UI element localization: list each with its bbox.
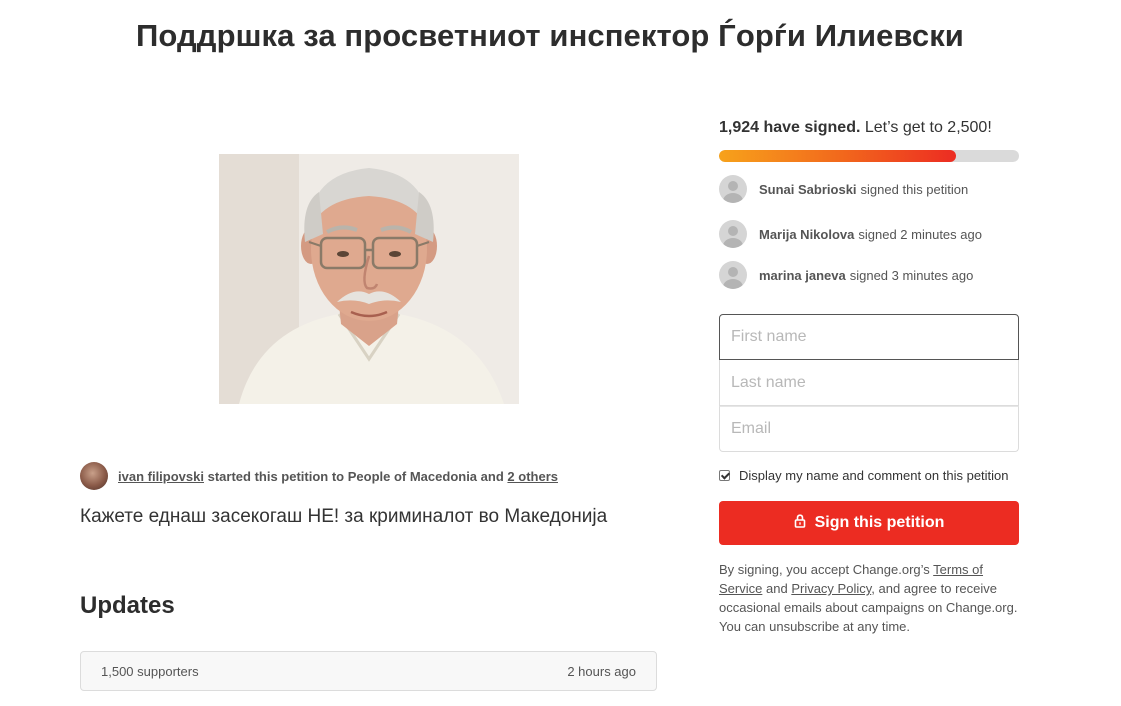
portrait-photo (219, 154, 519, 404)
signer-action: signed 2 minutes ago (858, 226, 982, 242)
signature-progress-bar (719, 150, 1019, 162)
starter-recipient: People of Macedonia (347, 468, 478, 484)
petition-description: Кажете еднаш засекогаш НЕ! за криминалот… (80, 506, 608, 527)
signature-goal-text: Let’s get to 2,500! (864, 119, 992, 136)
update-label: 1,500 supporters (101, 664, 199, 679)
starter-and-text: and (480, 468, 504, 484)
signer-name: Sunai Sabrioski (759, 181, 857, 197)
avatar-placeholder-icon (719, 261, 747, 289)
signer-name: Marija Nikolova (759, 226, 855, 242)
signature-progress-fill (719, 150, 956, 162)
signer-name: marina janeva (759, 267, 846, 283)
signer-action: signed this petition (860, 181, 969, 197)
recent-signer: Marija Nikolova signed 2 minutes ago (719, 220, 982, 248)
avatar-placeholder-icon (719, 175, 747, 203)
legal-part2: and (765, 581, 788, 596)
display-consent-label: Display my name and comment on this peti… (739, 468, 1009, 483)
sign-petition-button[interactable]: Sign this petition (719, 501, 1019, 545)
signature-count: 1,924 have signed. Let’s get to 2,500! (719, 119, 992, 137)
email-input[interactable] (719, 406, 1019, 452)
recent-signer: marina janeva signed 3 minutes ago (719, 261, 973, 289)
petition-starter: ivan filipovski started this petition to… (80, 462, 558, 490)
lock-icon (794, 513, 806, 533)
updates-heading: Updates (80, 592, 175, 619)
signer-action: signed 3 minutes ago (849, 267, 974, 283)
display-consent[interactable]: Display my name and comment on this peti… (719, 468, 1009, 483)
sign-petition-label: Sign this petition (814, 514, 945, 531)
petition-photo (219, 154, 519, 404)
recent-signer: Sunai Sabrioski signed this petition (719, 175, 968, 203)
sign-form (719, 314, 1019, 452)
legal-part1: By signing, you accept Change.org’s (719, 562, 930, 577)
signature-count-bold: 1,924 have signed. (719, 119, 861, 136)
legal-text: By signing, you accept Change.org’s Term… (719, 560, 1019, 636)
starter-middle-text: started this petition to (207, 468, 345, 484)
update-time: 2 hours ago (567, 664, 636, 679)
starter-name-link[interactable]: ivan filipovski (118, 469, 204, 484)
avatar-placeholder-icon (719, 220, 747, 248)
first-name-input[interactable] (719, 314, 1019, 360)
last-name-input[interactable] (719, 360, 1019, 406)
petition-page: Поддршка за просветниот инспектор Ѓорѓи … (0, 0, 1121, 706)
update-card[interactable]: 1,500 supporters 2 hours ago (80, 651, 657, 691)
starter-others-link[interactable]: 2 others (507, 469, 558, 484)
privacy-policy-link[interactable]: Privacy Policy (791, 581, 871, 596)
display-consent-checkbox[interactable] (719, 470, 730, 481)
page-title: Поддршка за просветниот инспектор Ѓорѓи … (136, 18, 964, 53)
starter-avatar[interactable] (80, 462, 108, 490)
